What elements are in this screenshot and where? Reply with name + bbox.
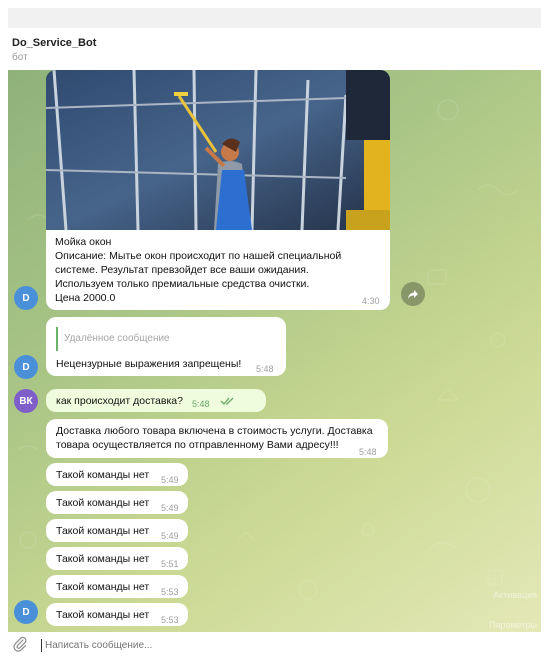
message-time: 5:49 [161,503,179,513]
read-checkmark-icon [220,397,234,405]
bot-avatar[interactable]: D [14,600,38,624]
message-text: Такой команды нет [56,497,150,509]
chat-area[interactable]: Мойка окон Описание: Мытье окон происход… [8,70,541,632]
message-time: 5:48 [359,447,377,457]
message-text: Такой команды нет [56,469,150,481]
message-text: Такой команды нет [56,525,150,537]
message-text-line: Доставка любого товара включена в стоимо… [56,425,373,437]
bot-message-reply[interactable]: Удалённое сообщение Нецензурные выражени… [46,317,286,376]
message-input[interactable] [45,640,345,651]
message-text: Нецензурные выражения запрещены! [56,358,242,370]
message-time: 5:53 [161,615,179,625]
bot-message[interactable]: Такой команды нет 5:49 [46,491,188,514]
reply-bar [56,327,58,351]
caption-line: Описание: Мытье окон происходит по нашей… [55,250,342,262]
caption-line: системе. Результат превзойдет все ваши о… [55,264,309,276]
caption-line: Цена 2000.0 [55,292,116,304]
bot-message[interactable]: Такой команды нет 5:51 [46,547,188,570]
message-text: Такой команды нет [56,553,150,565]
user-avatar[interactable]: ВК [14,389,38,413]
message-time: 5:48 [256,364,274,374]
message-text-line: товара осуществляется по отправленному В… [56,439,339,451]
caption-line: Мойка окон [55,236,112,248]
window-cleaning-image [46,70,390,230]
message-time: 5:48 [192,399,210,409]
bot-message[interactable]: Такой команды нет 5:53 [46,603,188,626]
message-text: как происходит доставка? [56,395,183,407]
bot-message[interactable]: Доставка любого товара включена в стоимо… [46,419,388,458]
chat-subtitle: бот [12,52,28,63]
message-text: Такой команды нет [56,609,150,621]
message-text: Такой команды нет [56,581,150,593]
message-input-bar [8,634,541,655]
window-top-strip [8,8,541,28]
message-time: 5:51 [161,559,179,569]
chat-title: Do_Service_Bot [12,37,97,49]
photo-caption: Мойка окон Описание: Мытье окон происход… [55,235,385,305]
bot-message[interactable]: Такой команды нет 5:49 [46,463,188,486]
share-button[interactable] [401,282,425,306]
text-cursor [41,639,42,652]
watermark-line: Параметры [489,620,537,630]
user-message[interactable]: как происходит доставка? 5:48 [46,389,266,412]
message-time: 5:49 [161,531,179,541]
reply-deleted-message[interactable]: Удалённое сообщение [64,332,170,346]
bot-avatar[interactable]: D [14,355,38,379]
share-arrow-icon [408,290,418,299]
bot-avatar[interactable]: D [14,286,38,310]
message-time: 4:30 [362,296,380,306]
bot-message[interactable]: Такой команды нет 5:53 [46,575,188,598]
watermark-line: Активация [493,590,537,600]
photo-window-cleaning[interactable] [46,70,390,230]
message-time: 5:49 [161,475,179,485]
chat-header[interactable]: Do_Service_Bot бот [8,30,541,70]
message-time: 5:53 [161,587,179,597]
caption-line: Используем только премиальные средства о… [55,278,310,290]
bot-message[interactable]: Такой команды нет 5:49 [46,519,188,542]
paperclip-icon[interactable] [12,636,28,657]
